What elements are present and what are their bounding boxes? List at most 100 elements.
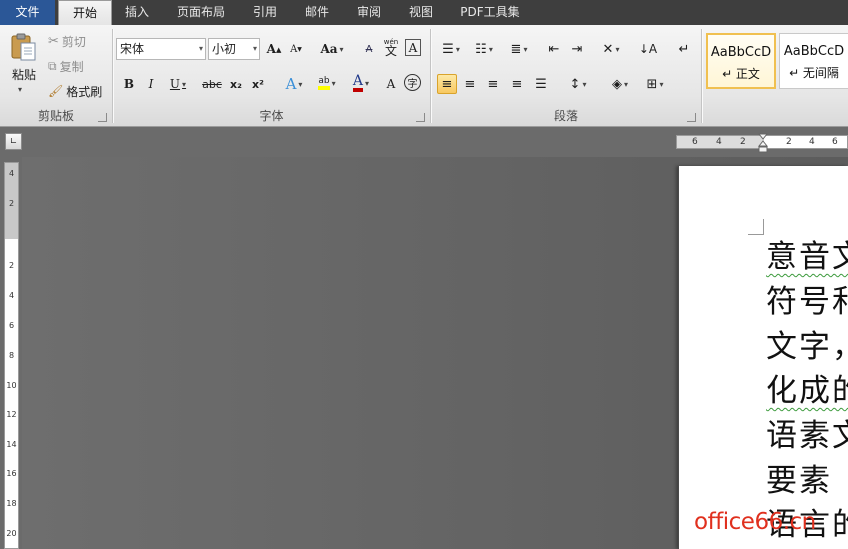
multilevel-list-icon: ≣ bbox=[510, 41, 522, 57]
ruler-number: 14 bbox=[6, 440, 17, 449]
subscript-button[interactable]: x₂ bbox=[226, 74, 246, 94]
enclose-characters-button[interactable]: 字 bbox=[404, 74, 421, 91]
paste-icon[interactable] bbox=[9, 32, 39, 62]
clipboard-dialog-launcher-icon[interactable] bbox=[98, 113, 107, 122]
tab-page-layout[interactable]: 页面布局 bbox=[170, 0, 232, 25]
tab-pdf-tools[interactable]: PDF工具集 bbox=[452, 0, 528, 25]
paste-dropdown-icon[interactable]: ▾ bbox=[18, 85, 22, 94]
ruler-number: 12 bbox=[6, 410, 17, 419]
highlighter-icon: ab bbox=[318, 76, 330, 90]
paragraph-group-label: 段落 bbox=[553, 109, 578, 123]
strikethrough-button[interactable]: abc bbox=[199, 74, 225, 94]
font-name-combo[interactable]: 宋体 ▾ bbox=[116, 38, 206, 60]
copy-icon: ⧉ bbox=[48, 58, 57, 73]
cut-button[interactable]: ✂ 剪切 bbox=[48, 31, 86, 51]
format-painter-button[interactable]: 🖌 格式刷 bbox=[48, 81, 102, 101]
ribbon-tab-bar: 文件 开始 插入 页面布局 引用 邮件 审阅 视图 PDF工具集 bbox=[0, 0, 848, 26]
multilevel-list-button[interactable]: ≣ bbox=[504, 39, 534, 59]
justify-icon: ≡ bbox=[511, 76, 523, 92]
highlight-button[interactable]: ab bbox=[311, 73, 343, 93]
shading-button[interactable]: ◈ bbox=[605, 74, 635, 94]
numbering-button[interactable]: ☷ bbox=[469, 39, 499, 59]
font-size-combo[interactable]: 小初 ▾ bbox=[208, 38, 260, 60]
margin-corner-mark bbox=[748, 219, 764, 235]
ruler-number: 2 bbox=[740, 137, 746, 147]
increase-indent-button[interactable]: ⇥ bbox=[567, 39, 587, 59]
phonetic-guide-button[interactable]: wén 文 bbox=[381, 37, 401, 57]
vertical-ruler[interactable]: 4 2 2 4 6 8 10 12 14 16 18 20 bbox=[4, 162, 19, 549]
clipboard-group-label: 剪贴板 bbox=[37, 109, 74, 123]
tab-references[interactable]: 引用 bbox=[245, 0, 285, 25]
show-marks-button[interactable]: ↵ bbox=[674, 39, 694, 59]
font-group-label: 字体 bbox=[259, 109, 284, 123]
tab-insert[interactable]: 插入 bbox=[117, 0, 157, 25]
chinese-layout-button[interactable]: ✕ bbox=[596, 39, 626, 59]
chevron-down-icon: ▾ bbox=[252, 44, 257, 53]
copy-label: 复制 bbox=[59, 59, 84, 74]
ruler-number: 4 bbox=[8, 291, 15, 300]
font-color-icon: A bbox=[352, 74, 364, 92]
indent-icon: ⇥ bbox=[571, 41, 583, 57]
borders-button[interactable]: ⊞ bbox=[640, 74, 670, 94]
tab-review[interactable]: 审阅 bbox=[349, 0, 389, 25]
style-name: ↵ 正文 bbox=[722, 67, 760, 81]
paragraph-dialog-launcher-icon[interactable] bbox=[687, 113, 696, 122]
font-group: 宋体 ▾ 小初 ▾ A▲ A▼ Aa A wén 文 A B I U abc x… bbox=[113, 25, 430, 127]
tab-home[interactable]: 开始 bbox=[58, 0, 112, 26]
text-effects-button[interactable]: A bbox=[280, 74, 308, 94]
document-text-line[interactable]: 化成的 bbox=[766, 373, 848, 409]
document-text-line[interactable]: 符号和 bbox=[766, 284, 848, 320]
ruler-number: 18 bbox=[6, 499, 17, 508]
ruler-number: 6 bbox=[832, 137, 838, 147]
tab-file[interactable]: 文件 bbox=[0, 0, 55, 25]
line-spacing-button[interactable]: ↕ bbox=[563, 74, 593, 94]
italic-button[interactable]: I bbox=[141, 74, 161, 94]
change-case-button[interactable]: Aa bbox=[317, 39, 347, 59]
style-no-spacing[interactable]: AaBbCcD ↵ 无间隔 bbox=[779, 33, 848, 89]
ruler-number: 6 bbox=[8, 321, 15, 330]
align-center-button[interactable]: ≡ bbox=[460, 74, 480, 94]
align-center-icon: ≡ bbox=[464, 76, 476, 92]
document-text-line[interactable]: 语素文 bbox=[766, 418, 848, 454]
document-text-line[interactable]: 意音文 bbox=[766, 239, 848, 275]
paragraph-group: ☰ ☷ ≣ ⇤ ⇥ ✕ ↓A ↵ ≡ ≡ ≡ ≡ ☰ ↕ ◈ ⊞ 段落 bbox=[431, 25, 701, 127]
character-border-button[interactable]: A bbox=[405, 39, 421, 56]
bullet-list-icon: ☰ bbox=[442, 41, 454, 57]
align-left-button[interactable]: ≡ bbox=[437, 74, 457, 94]
ruler-number: 16 bbox=[6, 469, 17, 478]
distributed-button[interactable]: ☰ bbox=[531, 74, 551, 94]
paint-bucket-icon: ◈ bbox=[611, 76, 622, 92]
ruler-number: 4 bbox=[809, 137, 815, 147]
font-dialog-launcher-icon[interactable] bbox=[416, 113, 425, 122]
clear-formatting-button[interactable]: A bbox=[359, 39, 379, 59]
bullets-button[interactable]: ☰ bbox=[436, 39, 466, 59]
indent-marker-icon[interactable] bbox=[757, 133, 769, 153]
bold-button[interactable]: B bbox=[119, 74, 139, 94]
style-normal[interactable]: AaBbCcD ↵ 正文 bbox=[706, 33, 776, 89]
decrease-indent-button[interactable]: ⇤ bbox=[544, 39, 564, 59]
tab-stop-selector[interactable]: ∟ bbox=[5, 133, 22, 150]
font-color-button[interactable]: A bbox=[346, 73, 376, 93]
grow-font-button[interactable]: A ▲ bbox=[264, 39, 284, 59]
underline-button[interactable]: U bbox=[164, 74, 192, 94]
justify-button[interactable]: ≡ bbox=[507, 74, 527, 94]
copy-button[interactable]: ⧉ 复制 bbox=[48, 56, 84, 76]
scissors-icon: ✂ bbox=[48, 33, 59, 49]
document-text-line[interactable]: 文字， bbox=[766, 329, 848, 365]
phonetic-char: 文 bbox=[384, 44, 397, 58]
ruler-number: 2 bbox=[8, 199, 15, 208]
align-right-button[interactable]: ≡ bbox=[483, 74, 503, 94]
tab-view[interactable]: 视图 bbox=[401, 0, 441, 25]
sort-button[interactable]: ↓A bbox=[638, 39, 658, 59]
tab-mailings[interactable]: 邮件 bbox=[297, 0, 337, 25]
document-text-line[interactable]: 要素 bbox=[766, 463, 848, 499]
shrink-font-button[interactable]: A ▼ bbox=[286, 39, 306, 59]
ribbon: 粘贴 ▾ ✂ 剪切 ⧉ 复制 🖌 格式刷 剪贴板 宋体 ▾ 小初 ▾ A ▲ A ▼… bbox=[0, 25, 848, 127]
group-divider bbox=[701, 29, 702, 123]
superscript-button[interactable]: x² bbox=[248, 74, 268, 94]
style-sample: AaBbCcD bbox=[710, 45, 772, 60]
paste-button[interactable]: 粘贴 bbox=[6, 66, 42, 83]
ruler-number: 10 bbox=[6, 381, 17, 390]
distributed-icon: ☰ bbox=[535, 76, 547, 92]
character-shading-button[interactable]: A bbox=[381, 74, 401, 94]
